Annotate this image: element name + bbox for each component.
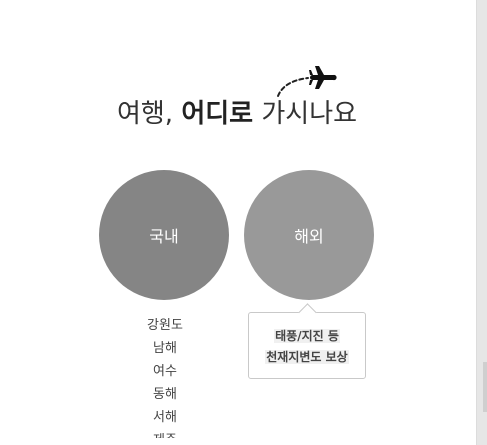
region-item[interactable]: 동해 — [115, 383, 215, 406]
domestic-region-list: 강원도 남해 여수 동해 서해 제주 — [115, 314, 215, 438]
page-title: 여행, 어디로 가시나요 — [0, 96, 474, 132]
region-item[interactable]: 여수 — [115, 360, 215, 383]
airplane-icon — [309, 66, 337, 89]
side-tab[interactable] — [483, 362, 487, 412]
tooltip-line-2: 천재지변도 보상 — [265, 350, 349, 364]
title-suffix: 가시나요 — [253, 99, 358, 129]
region-item[interactable]: 서해 — [115, 406, 215, 429]
region-item[interactable]: 강원도 — [115, 314, 215, 337]
domestic-label: 국내 — [149, 227, 179, 246]
title-emphasis: 어디로 — [181, 99, 254, 129]
overseas-label: 해외 — [294, 227, 324, 246]
tooltip-arrow — [298, 303, 317, 322]
region-item[interactable]: 제주 — [115, 429, 215, 438]
region-item[interactable]: 남해 — [115, 337, 215, 360]
page: 여행, 어디로 가시나요 국내 해외 강원도 남해 여수 동해 서해 제주 태풍… — [0, 0, 476, 445]
title-prefix: 여행, — [116, 99, 182, 129]
overseas-tooltip: 태풍/지진 등 천재지변도 보상 — [248, 303, 366, 379]
overseas-button[interactable]: 해외 — [244, 170, 374, 300]
domestic-button[interactable]: 국내 — [99, 170, 229, 300]
tooltip-line-1: 태풍/지진 등 — [274, 329, 340, 343]
